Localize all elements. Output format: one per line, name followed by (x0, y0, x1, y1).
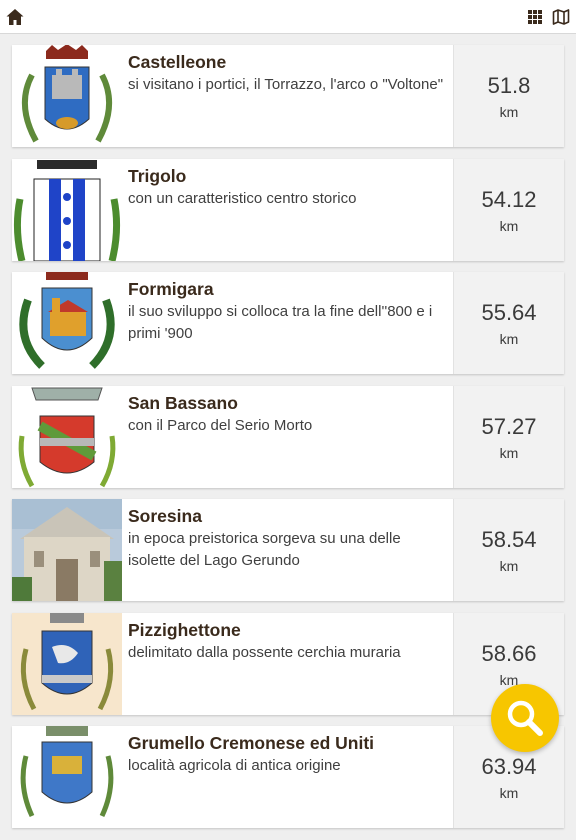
place-name: Pizzighettone (128, 619, 241, 640)
coat-of-arms-image (12, 158, 122, 261)
place-description: località agricola di antica origine (128, 757, 341, 774)
places-list: Castelleone si visitano i portici, il To… (12, 45, 564, 840)
distance-box: 54.12 km (453, 158, 564, 261)
list-item[interactable]: Soresina in epoca preistorica sorgeva su… (12, 499, 564, 601)
coat-of-arms-image (12, 726, 122, 828)
list-item[interactable]: Formigara il suo sviluppo si colloca tra… (12, 272, 564, 374)
home-icon[interactable] (5, 7, 25, 27)
search-button[interactable] (491, 684, 559, 752)
grid-view-icon[interactable] (525, 7, 545, 27)
distance-unit: km (499, 444, 519, 461)
place-description: si visitano i portici, il Torrazzo, l'ar… (128, 76, 444, 93)
distance-unit: km (499, 217, 519, 234)
place-name: Grumello Cremonese ed Uniti (128, 733, 375, 753)
place-description: con un caratteristico centro storico (128, 189, 357, 207)
list-item[interactable]: Pizzighettone delimitato dalla possente … (12, 612, 564, 715)
place-name: Soresina (128, 506, 202, 526)
distance-value: 57.27 (481, 413, 537, 439)
place-description: con il Parco del Serio Morto (128, 416, 313, 434)
list-item[interactable]: Grumello Cremonese ed Uniti località agr… (12, 726, 564, 828)
place-description: delimitato dalla possente cerchia murari… (128, 643, 401, 661)
distance-unit: km (499, 558, 519, 574)
place-name: Trigolo (128, 165, 187, 186)
coat-of-arms-image (12, 612, 122, 715)
distance-unit: km (499, 785, 519, 801)
distance-box: 57.27 km (453, 385, 564, 488)
place-name: Castelleone (128, 52, 227, 72)
map-icon[interactable] (551, 7, 571, 27)
distance-box: 55.64 km (453, 272, 564, 374)
coat-of-arms-image (12, 272, 122, 374)
place-description: il suo sviluppo si colloca tra la fine d… (128, 303, 433, 342)
distance-value: 63.94 (481, 754, 537, 779)
coat-of-arms-image (12, 385, 122, 488)
distance-value: 54.12 (481, 186, 537, 212)
distance-box: 51.8 km (453, 45, 564, 147)
list-item[interactable]: Castelleone si visitano i portici, il To… (12, 45, 564, 147)
distance-unit: km (499, 104, 519, 120)
list-item[interactable]: Trigolo con un caratteristico centro sto… (12, 158, 564, 261)
distance-unit: km (499, 671, 519, 688)
distance-value: 55.64 (481, 300, 537, 325)
distance-value: 58.66 (481, 640, 537, 666)
distance-unit: km (499, 331, 519, 347)
coat-of-arms-image (12, 45, 122, 147)
list-item[interactable]: San Bassano con il Parco del Serio Morto… (12, 385, 564, 488)
top-toolbar (0, 0, 576, 34)
church-photo (12, 499, 122, 601)
search-icon (507, 700, 543, 736)
place-description: in epoca preistorica sorgeva su una dell… (128, 530, 401, 569)
distance-value: 51.8 (487, 73, 531, 98)
distance-box: 58.54 km (453, 499, 564, 601)
place-name: San Bassano (128, 392, 238, 413)
distance-value: 58.54 (481, 527, 537, 552)
place-name: Formigara (128, 279, 214, 299)
